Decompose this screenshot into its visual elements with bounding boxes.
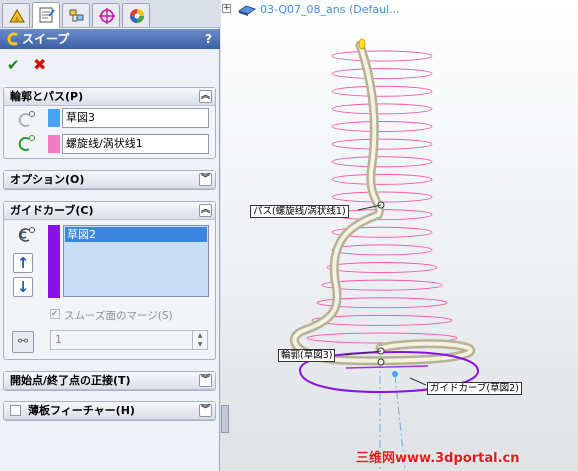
helix-turn <box>331 85 433 97</box>
helix-turn <box>331 50 433 62</box>
helix-turn <box>331 138 433 150</box>
origin-point <box>392 371 398 377</box>
helix-turn <box>331 156 433 168</box>
helix-turn <box>331 68 433 80</box>
guide-callout[interactable]: ガイドカーブ(草図2) <box>427 382 522 395</box>
sweep-preview-scene <box>290 38 480 471</box>
helix-turn <box>331 173 433 185</box>
guide-chord <box>345 365 429 369</box>
helix-turn <box>331 121 433 132</box>
panel-resize-handle[interactable] <box>221 405 229 433</box>
helix-turn <box>331 191 433 203</box>
sweep-end-cap <box>358 38 366 50</box>
helix-turn <box>331 244 433 256</box>
watermark: 三维网www.3dportal.cn <box>356 451 520 466</box>
profile-callout[interactable]: 輪郭(草図3) <box>278 349 336 362</box>
helix-turn <box>331 103 433 115</box>
guide-point <box>377 358 385 366</box>
helix-turn <box>326 262 438 273</box>
guide-leader <box>409 377 427 386</box>
helix-path <box>306 50 458 344</box>
path-callout[interactable]: パス(螺旋线/涡状线1) <box>250 205 349 218</box>
